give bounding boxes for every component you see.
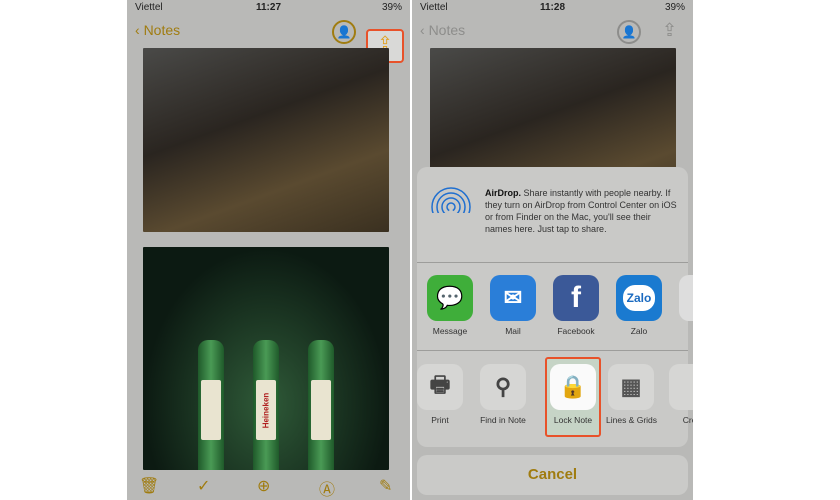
message-icon: 💬: [427, 275, 473, 321]
zalo-logo-text: Zalo: [622, 285, 656, 311]
action-label: Crea: [682, 415, 693, 425]
action-lock-note[interactable]: 🔒 Lock Note: [548, 364, 598, 425]
create-icon: [669, 364, 693, 410]
action-create[interactable]: Crea: [667, 364, 693, 425]
airdrop-description: AirDrop. Share instantly with people nea…: [485, 187, 680, 235]
app-label: M: [677, 326, 693, 336]
back-label: Notes: [428, 22, 466, 38]
add-people-icon[interactable]: 👤: [332, 20, 356, 44]
action-lines-grids[interactable]: ▦ Lines & Grids: [606, 364, 658, 425]
lock-icon: 🔒: [550, 364, 596, 410]
battery: 39%: [664, 2, 685, 13]
nav-bar: ‹ Notes 👤 ⇪: [412, 16, 693, 48]
bottle: [198, 340, 224, 470]
action-label: Lock Note: [553, 415, 593, 425]
facebook-icon: f: [553, 275, 599, 321]
print-icon: 🖶: [417, 364, 463, 410]
share-app-more[interactable]: M: [677, 275, 693, 336]
action-print[interactable]: 🖶 Print: [415, 364, 465, 425]
bottle-brand-text: Heineken: [261, 392, 271, 428]
checklist-icon[interactable]: ✓: [197, 476, 210, 496]
share-app-mail[interactable]: ✉ Mail: [488, 275, 538, 336]
airdrop-icon: [431, 187, 471, 227]
bottle: [308, 340, 334, 470]
app-icon: [679, 275, 693, 321]
share-app-zalo[interactable]: Zalo Zalo: [614, 275, 664, 336]
action-label: Print: [431, 415, 449, 425]
mail-icon: ✉: [490, 275, 536, 321]
back-button[interactable]: ‹ Notes: [135, 22, 180, 38]
search-icon: ⚲: [480, 364, 526, 410]
share-app-facebook[interactable]: f Facebook: [551, 275, 601, 336]
app-label: Zalo: [630, 326, 648, 336]
zalo-icon: Zalo: [616, 275, 662, 321]
cancel-button[interactable]: Cancel: [417, 455, 688, 495]
share-icon[interactable]: ⇪: [662, 20, 677, 41]
add-people-icon[interactable]: 👤: [617, 20, 641, 44]
bottle-label: [311, 380, 331, 440]
time: 11:28: [539, 2, 566, 13]
share-sheet: AirDrop. Share instantly with people nea…: [415, 167, 693, 447]
action-find-in-note[interactable]: ⚲ Find in Note: [478, 364, 528, 425]
note-photo-people: [143, 48, 389, 232]
divider: [417, 262, 688, 263]
action-label: Lines & Grids: [606, 415, 658, 425]
app-label: Facebook: [557, 326, 595, 336]
status-bar: Viettel 11:28 39%: [412, 0, 693, 14]
share-app-message[interactable]: 💬 Message: [425, 275, 475, 336]
sketch-icon[interactable]: Ⓐ: [319, 476, 335, 500]
nav-bar: ‹ Notes 👤 ⇪: [127, 16, 410, 63]
bottle-label: Heineken: [256, 380, 276, 440]
status-bar: Viettel 11:27 39%: [127, 0, 410, 14]
back-button[interactable]: ‹ Notes: [420, 22, 465, 38]
bottle-label: [201, 380, 221, 440]
add-icon[interactable]: ⊕: [257, 476, 270, 496]
trash-icon[interactable]: 🗑: [139, 476, 159, 496]
bottle: Heineken: [253, 340, 279, 470]
app-label: Message: [432, 326, 468, 336]
grid-icon: ▦: [608, 364, 654, 410]
bottom-toolbar: 🗑 ✓ ⊕ Ⓐ ✎: [127, 470, 410, 500]
left-phone-screen: Viettel 11:27 39% ‹ Notes 👤 ⇪ Heineken 🗑…: [127, 0, 410, 500]
time: 11:27: [255, 2, 282, 13]
action-label: Find in Note: [480, 415, 526, 425]
right-phone-screen: Viettel 11:28 39% ‹ Notes 👤 ⇪ AirDrop. S…: [412, 0, 693, 500]
battery: 39%: [381, 2, 402, 13]
app-label: Mail: [505, 326, 521, 336]
divider: [417, 350, 688, 351]
back-label: Notes: [143, 22, 181, 38]
airdrop-title: AirDrop.: [485, 188, 521, 198]
compose-icon[interactable]: ✎: [379, 476, 392, 496]
note-photo-bottles: Heineken: [143, 247, 389, 470]
